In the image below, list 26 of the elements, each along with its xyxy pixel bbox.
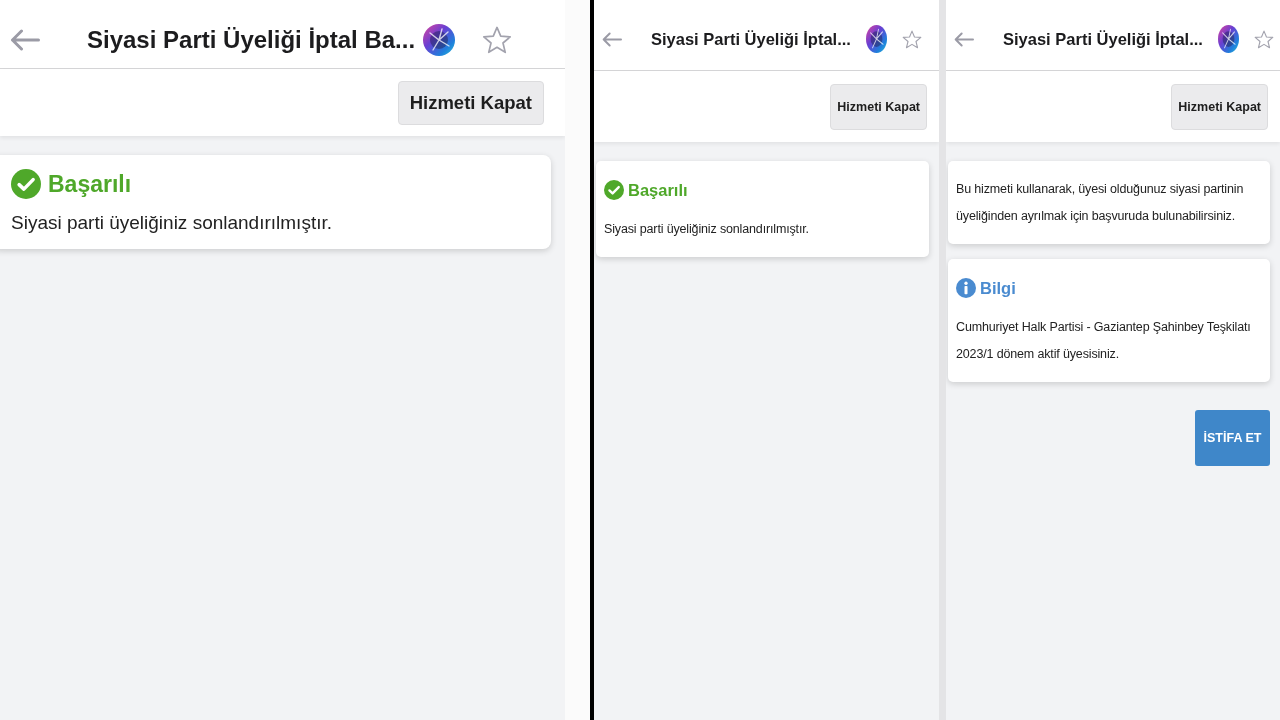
orb-icon[interactable]	[1217, 25, 1239, 53]
info-icon	[956, 278, 976, 298]
star-icon[interactable]	[482, 26, 513, 54]
card-text: Bu hizmeti kullanarak, üyesi olduğunuz siyasi partinin üyeliğinden ayrılmak için başvuruda bulunabilirsiniz.	[956, 181, 1245, 225]
page-title: Siyasi Parti Üyeliği İptal...	[1003, 29, 1203, 49]
card-text: Cumhuriyet Halk Partisi - Gaziantep Şahinbey Teşkilatı 2023/1 dönem aktif üyesisiniz.	[956, 319, 1252, 363]
close-service-button[interactable]: Hizmeti Kapat	[397, 80, 544, 125]
card-title: Başarılı	[48, 170, 132, 198]
resign-button[interactable]: İSTİFA ET	[1195, 410, 1270, 466]
orb-icon[interactable]	[865, 25, 887, 53]
close-service-button[interactable]: Hizmeti Kapat	[1171, 83, 1268, 130]
check-circle-icon	[11, 169, 41, 199]
check-circle-icon	[604, 180, 624, 200]
card-text: Siyasi parti üyeliğiniz sonlandırılmıştır.	[11, 211, 333, 235]
back-arrow-icon[interactable]	[602, 31, 622, 47]
card-title: Başarılı	[628, 180, 688, 200]
page-title: Siyasi Parti Üyeliği İptal Ba...	[87, 26, 416, 54]
star-icon[interactable]	[901, 29, 922, 49]
card-text: Siyasi parti üyeliğiniz sonlandırılmıştır.	[604, 221, 810, 238]
card-title: Bilgi	[980, 278, 1016, 298]
back-arrow-icon[interactable]	[10, 29, 40, 51]
back-arrow-icon[interactable]	[954, 31, 974, 47]
orb-icon[interactable]	[423, 24, 456, 56]
star-icon[interactable]	[1253, 29, 1274, 49]
close-service-button[interactable]: Hizmeti Kapat	[830, 83, 927, 130]
page-title: Siyasi Parti Üyeliği İptal...	[651, 29, 851, 49]
